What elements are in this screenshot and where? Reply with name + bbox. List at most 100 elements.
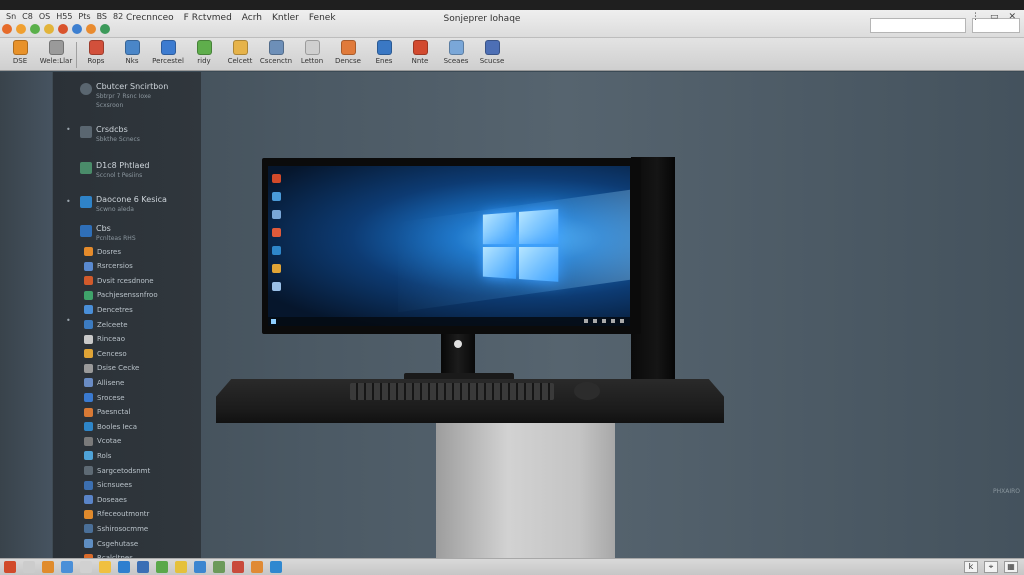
quick-icon-7[interactable] xyxy=(86,24,96,34)
quick-icon-8[interactable] xyxy=(100,24,110,34)
sidebar-section-1[interactable]: Cbutcer Sncirtbon Sbtrpr 7 Rsnc Ioxe Scx… xyxy=(80,82,168,109)
tool-button-2[interactable]: Wele:Llar xyxy=(38,40,74,65)
sidebar-section-4[interactable]: Daocone 6 Kesica Scwno aleda xyxy=(80,195,167,213)
close-icon[interactable]: ✕ xyxy=(1008,12,1016,22)
more-icon[interactable]: ⋮ xyxy=(971,12,980,22)
sidebar-list-header[interactable]: Cbs Pcnlteas RHS xyxy=(80,224,136,242)
sidebar-item[interactable]: Booles Ieca xyxy=(84,422,137,432)
sidebar-item[interactable]: Rols xyxy=(84,451,111,461)
tool-button-5[interactable]: Percestel xyxy=(150,40,186,65)
taskbar-icon-3[interactable] xyxy=(42,561,54,573)
maximize-icon[interactable]: ▭ xyxy=(990,12,999,22)
sidebar-item[interactable]: Srocese xyxy=(84,393,125,402)
tool-button-1[interactable]: DSE xyxy=(2,40,38,65)
sidebar-item[interactable]: Allisene xyxy=(84,378,124,388)
desktop-icon xyxy=(272,282,281,291)
item-icon-19 xyxy=(84,509,93,519)
menu-item-2[interactable]: F Rctvmed xyxy=(184,13,232,23)
sidebar-item[interactable]: Sargcetodsnmt xyxy=(84,466,150,475)
menu-item-4[interactable]: Kntler xyxy=(272,13,299,23)
sidebar-item-label: Rinceao xyxy=(97,335,125,344)
menu-item-3[interactable]: Acrh xyxy=(242,13,262,23)
taskbar-icon-5[interactable] xyxy=(80,561,92,573)
sidebar-item[interactable]: Zelceete xyxy=(84,320,128,329)
toolbar-group-1: DSE Wele:Llar xyxy=(2,40,74,70)
menu-item-os[interactable]: OS xyxy=(39,12,50,21)
tool-button-4[interactable]: Nks xyxy=(114,40,150,65)
taskbar-icon-6[interactable] xyxy=(99,561,111,573)
item-icon-18 xyxy=(84,495,93,505)
sidebar-item[interactable]: Doseaes xyxy=(84,495,127,505)
taskbar-icon-11[interactable] xyxy=(194,561,206,573)
sidebar-item[interactable]: Sicnsuees xyxy=(84,480,133,490)
bottom-taskbar: k ⌖ ▦ xyxy=(0,558,1024,575)
window-title: Sonjeprer Iohaqe xyxy=(443,14,521,24)
sidebar-item[interactable]: Dvsit rcesdnone xyxy=(84,276,154,286)
menu-item-sn[interactable]: Sn xyxy=(6,12,16,21)
quick-icon-2[interactable] xyxy=(16,24,26,34)
menu-item-bs[interactable]: BS xyxy=(97,12,107,21)
sidebar-item[interactable]: Rfeceoutmontr xyxy=(84,509,149,519)
quick-icon-6[interactable] xyxy=(72,24,82,34)
sidebar-item[interactable]: Rinceao xyxy=(84,334,125,344)
menu-item-c8[interactable]: C8 xyxy=(22,12,33,21)
sidebar-item[interactable]: Pachjesenssnfroo xyxy=(84,290,158,300)
taskbar-icon-8[interactable] xyxy=(137,561,149,573)
sidebar-item[interactable]: Csgehutase xyxy=(84,539,138,548)
sidebar-section-title: D1c8 Phtlaed xyxy=(96,161,150,170)
tool-button-8[interactable]: Cscenctn xyxy=(258,40,294,65)
taskbar-icon-2[interactable] xyxy=(23,561,35,573)
menu-item-pts[interactable]: Pts xyxy=(78,12,90,21)
search-input[interactable] xyxy=(870,18,966,33)
sidebar-item[interactable]: Sshirosocmme xyxy=(84,524,148,534)
taskbar-icon-12[interactable] xyxy=(213,561,225,573)
tool-button-3[interactable]: Rops xyxy=(78,40,114,65)
tool-button-7[interactable]: Celcett xyxy=(222,40,258,65)
taskbar-icon-14[interactable] xyxy=(251,561,263,573)
folder-icon xyxy=(80,126,92,138)
tool-label: Nnte xyxy=(411,57,429,65)
item-icon-2 xyxy=(84,261,93,271)
taskbar-icon-9[interactable] xyxy=(156,561,168,573)
sidebar-item[interactable]: Rsrcersios xyxy=(84,261,133,271)
tool-label: Sceaes xyxy=(443,57,469,65)
quick-icon-4[interactable] xyxy=(44,24,54,34)
tool-button-9[interactable]: Letton xyxy=(294,40,330,65)
pointer-tool-button[interactable]: k xyxy=(964,561,978,573)
taskbar-icon-15[interactable] xyxy=(270,561,282,573)
grid-tool-button[interactable]: ▦ xyxy=(1004,561,1018,573)
menu-item-5[interactable]: Fenek xyxy=(309,13,336,23)
sidebar-item[interactable]: Cenceso xyxy=(84,349,127,359)
sidebar-item[interactable]: Dosres xyxy=(84,247,121,256)
quick-icon-5[interactable] xyxy=(58,24,68,34)
tool-button-10[interactable]: Dencse xyxy=(330,40,366,65)
sidebar-item-label: Srocese xyxy=(97,393,125,402)
taskbar-icon-13[interactable] xyxy=(232,561,244,573)
tool-button-13[interactable]: Sceaes xyxy=(438,40,474,65)
item-icon-9 xyxy=(84,363,93,373)
taskbar-icon-10[interactable] xyxy=(175,561,187,573)
sidebar-section-3[interactable]: D1c8 Phtlaed Sccnol t Pesiins xyxy=(80,161,149,179)
taskbar-icon-7[interactable] xyxy=(118,561,130,573)
sidebar-item[interactable]: Dencetres xyxy=(84,305,133,315)
taskbar-icon-4[interactable] xyxy=(61,561,73,573)
sidebar-item[interactable]: Dsise Cecke xyxy=(84,363,139,373)
menu-item-82[interactable]: 82 xyxy=(113,12,123,21)
menu-item-1[interactable]: Crecnnceo xyxy=(126,13,174,23)
taskbar-icon-1[interactable] xyxy=(4,561,16,573)
quick-icon-3[interactable] xyxy=(30,24,40,34)
tool-button-12[interactable]: Nnte xyxy=(402,40,438,65)
monitor xyxy=(262,158,641,334)
sidebar-item[interactable]: Vcotae xyxy=(84,436,121,446)
tool-icon-7 xyxy=(232,40,248,55)
crosshair-tool-button[interactable]: ⌖ xyxy=(984,561,998,573)
tool-button-6[interactable]: ridy xyxy=(186,40,222,65)
tool-icon-3 xyxy=(88,40,104,55)
sidebar-item-label: Sicnsuees xyxy=(97,481,133,490)
sidebar-item[interactable]: Paesnctal xyxy=(84,407,130,417)
quick-icon-1[interactable] xyxy=(2,24,12,34)
menu-item-h55[interactable]: H55 xyxy=(56,12,72,21)
tool-button-14[interactable]: Scucse xyxy=(474,40,510,65)
sidebar-section-2[interactable]: Crsdcbs Sbkthe Scnecs xyxy=(80,125,140,143)
tool-button-11[interactable]: Enes xyxy=(366,40,402,65)
